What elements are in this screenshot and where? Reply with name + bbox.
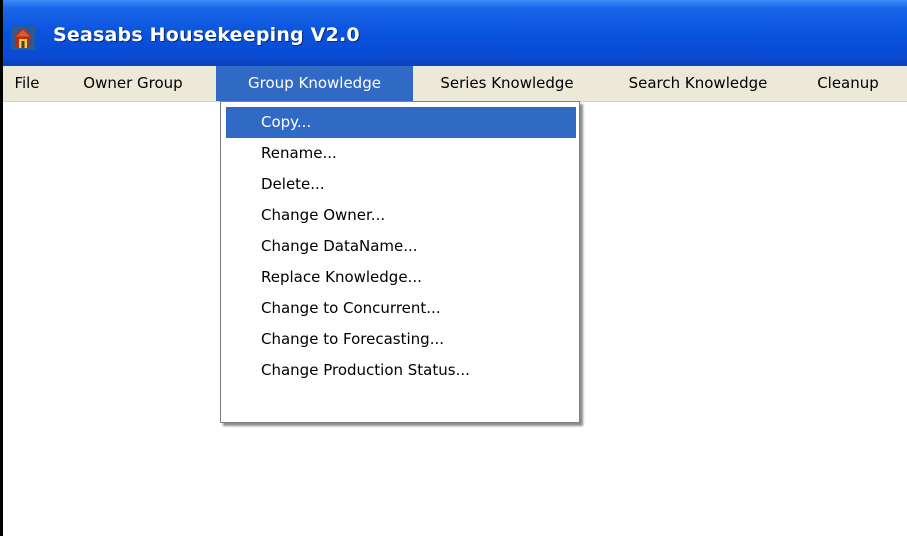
menu-item-change-owner[interactable]: Change Owner... bbox=[226, 200, 576, 231]
group-knowledge-dropdown: Copy... Rename... Delete... Change Owner… bbox=[220, 101, 580, 423]
menu-owner-group[interactable]: Owner Group bbox=[53, 66, 213, 101]
menu-item-change-to-concurrent[interactable]: Change to Concurrent... bbox=[226, 293, 576, 324]
menu-item-delete[interactable]: Delete... bbox=[226, 169, 576, 200]
menu-item-copy[interactable]: Copy... bbox=[226, 107, 576, 138]
menu-item-change-to-forecasting[interactable]: Change to Forecasting... bbox=[226, 324, 576, 355]
menu-item-rename[interactable]: Rename... bbox=[226, 138, 576, 169]
menu-file[interactable]: File bbox=[7, 66, 47, 101]
house-icon bbox=[11, 26, 35, 50]
menu-item-change-production-status[interactable]: Change Production Status... bbox=[226, 355, 576, 386]
app-window: Seasabs Housekeeping V2.0 File Owner Gro… bbox=[0, 0, 907, 536]
menu-item-replace-knowledge[interactable]: Replace Knowledge... bbox=[226, 262, 576, 293]
window-title: Seasabs Housekeeping V2.0 bbox=[53, 24, 360, 46]
menu-group-knowledge[interactable]: Group Knowledge bbox=[216, 66, 413, 101]
title-bar[interactable]: Seasabs Housekeeping V2.0 bbox=[3, 0, 907, 66]
menu-item-change-dataname[interactable]: Change DataName... bbox=[226, 231, 576, 262]
menu-cleanup[interactable]: Cleanup bbox=[799, 66, 897, 101]
menu-search-knowledge[interactable]: Search Knowledge bbox=[603, 66, 793, 101]
menu-series-knowledge[interactable]: Series Knowledge bbox=[416, 66, 598, 101]
menu-bar: File Owner Group Group Knowledge Series … bbox=[3, 66, 907, 102]
